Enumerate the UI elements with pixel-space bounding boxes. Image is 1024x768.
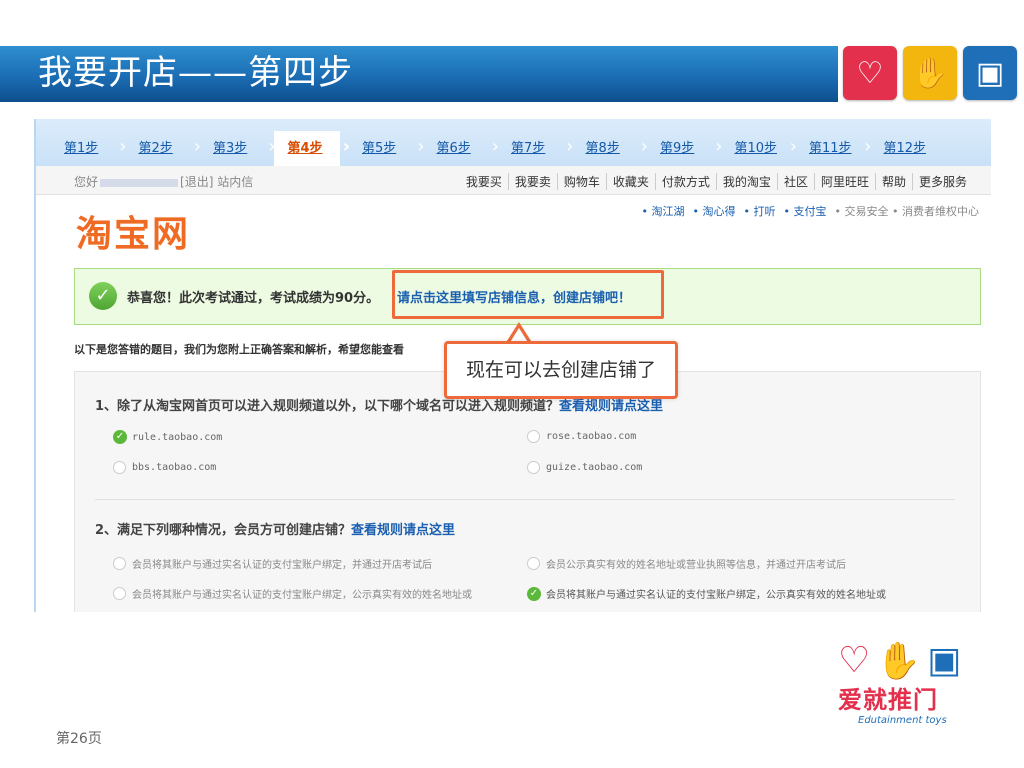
step-tab-7[interactable]: 第7步 › [511, 136, 586, 157]
callout-bubble: 现在可以去创建店铺了 [444, 341, 678, 399]
nav-item[interactable]: 帮助 [874, 173, 912, 190]
taobao-logo[interactable]: 淘宝网 [76, 205, 190, 257]
security-links[interactable]: • 交易安全 • 消费者维权中心 [835, 203, 979, 219]
logout-link[interactable]: [退出] 站内信 [180, 175, 253, 189]
step-label: 第1步 [64, 141, 99, 156]
step-tab-2[interactable]: 第2步 › [138, 136, 214, 157]
rules-link[interactable]: 查看规则请点这里 [351, 523, 455, 538]
pass-message: 恭喜您！此次考试通过，考试成绩为90分。 [127, 291, 380, 306]
option-correct[interactable]: ✓ rule.taobao.com [113, 430, 222, 444]
heart-icon: ♡ [843, 46, 897, 100]
step-tab-8[interactable]: 第8步 › [585, 136, 661, 157]
nav-item[interactable]: 我要买 [460, 173, 508, 190]
radio-icon [113, 461, 126, 474]
step-tabs: 第1步 › 第2步 › 第3步 › 第4步 › 第5步 › 第6步 › 第7步 › 第8步 › 第9步 › 第10步… [36, 119, 991, 166]
greeting: 您好 [退出] 站内信 [74, 175, 254, 189]
step-tab-5[interactable]: 第5步 › [362, 136, 437, 157]
step-label: 第8步 [585, 141, 620, 156]
step-tab-4[interactable]: 第4步 › [273, 131, 363, 166]
brand-name: 爱就推门 [838, 686, 938, 714]
nav-item[interactable]: 付款方式 [654, 173, 716, 190]
chevron-right-icon: › [715, 136, 723, 157]
radio-icon [113, 587, 126, 600]
step-label: 第5步 [362, 141, 397, 156]
option[interactable]: bbs.taobao.com [113, 461, 216, 474]
option-correct[interactable]: ✓ 会员将其账户与通过实名认证的支付宝账户绑定，公示真实有效的姓名地址或 [527, 586, 886, 601]
question-2: 2、满足下列哪种情况，会员方可创建店铺？查看规则请点这里 [95, 523, 456, 538]
hand-icon: ✋ [876, 641, 922, 682]
brand-tiles: ♡ ✋ ▣ [843, 46, 1017, 100]
radio-icon [527, 557, 540, 570]
step-label: 第10步 [734, 141, 778, 156]
step-tab-1[interactable]: 第1步 › [64, 136, 139, 157]
option[interactable]: rose.taobao.com [527, 430, 636, 443]
site-link[interactable]: • 淘心得 [693, 203, 736, 219]
top-nav-bar: 您好 [退出] 站内信 我要买 我要卖 购物车 收藏夹 付款方式 我的淘宝 社区 阿里旺旺 帮助更… [36, 166, 991, 195]
step-label: 第4步 [287, 141, 323, 156]
hand-icon: ✋ [903, 46, 957, 100]
highlight-box [392, 270, 664, 319]
option[interactable]: guize.taobao.com [527, 461, 642, 474]
radio-icon [113, 557, 126, 570]
nav-item[interactable]: 更多服务 [911, 173, 973, 190]
page-number: 第26页 [56, 731, 102, 747]
chevron-right-icon: › [864, 136, 872, 157]
step-label: 第11步 [809, 141, 852, 156]
site-link[interactable]: • 淘江湖 [642, 203, 685, 219]
slide-title: 我要开店——第四步 [38, 53, 353, 93]
wrong-answers-intro: 以下是您答错的题目，我们为您附上正确答案和解析，希望您能查看 [74, 343, 404, 356]
nav-item[interactable]: 我要卖 [507, 173, 557, 190]
nav-item[interactable]: 购物车 [556, 173, 606, 190]
chevron-right-icon: › [789, 136, 797, 157]
step-label: 第3步 [213, 141, 248, 156]
option[interactable]: 会员将其账户与通过实名认证的支付宝账户绑定，公示真实有效的姓名地址或 [113, 586, 472, 601]
step-tab-6[interactable]: 第6步 › [436, 136, 512, 157]
check-icon: ✓ [89, 282, 117, 310]
chevron-right-icon: › [417, 136, 425, 157]
step-tab-11[interactable]: 第11步 › [809, 136, 884, 157]
chevron-right-icon: › [566, 136, 574, 157]
nav-item[interactable]: 我的淘宝 [715, 173, 777, 190]
step-tab-10[interactable]: 第10步 › [734, 136, 810, 157]
step-label: 第12步 [883, 141, 927, 156]
square-icon: ▣ [927, 640, 962, 681]
rules-link[interactable]: 查看规则请点这里 [559, 399, 663, 414]
redacted-username [100, 178, 179, 187]
divider [95, 499, 955, 500]
site-links: • 淘江湖 • 淘心得 • 打听 • 支付宝 • 交易安全 • 消费者维权中心 [642, 203, 979, 219]
check-icon: ✓ [527, 586, 541, 601]
brand-tagline: Edutainment toys [858, 715, 947, 726]
step-tab-9[interactable]: 第9步 › [660, 136, 735, 157]
radio-icon [527, 430, 540, 443]
check-icon: ✓ [113, 430, 127, 444]
radio-icon [527, 461, 540, 474]
chevron-right-icon: › [640, 136, 648, 157]
chevron-right-icon: › [491, 136, 499, 157]
step-label: 第9步 [660, 141, 695, 156]
site-link[interactable]: • 支付宝 [784, 203, 827, 219]
nav-item[interactable]: 收藏夹 [605, 173, 655, 190]
square-icon: ▣ [963, 46, 1017, 100]
step-label: 第2步 [138, 141, 173, 156]
chevron-right-icon: › [342, 136, 350, 157]
brand-logo: ♡ ✋ ▣ 爱就推门 Edutainment toys [838, 640, 972, 740]
step-label: 第7步 [511, 141, 546, 156]
option[interactable]: 会员将其账户与通过实名认证的支付宝账户绑定，并通过开店考试后 [113, 556, 432, 571]
heart-icon: ♡ [838, 640, 871, 681]
title-banner: 我要开店——第四步 [0, 46, 838, 102]
step-tab-12[interactable]: 第12步 [884, 137, 959, 156]
site-nav: 我要买 我要卖 购物车 收藏夹 付款方式 我的淘宝 社区 阿里旺旺 帮助 更多服务 [460, 173, 973, 190]
nav-item[interactable]: 阿里旺旺 [813, 173, 875, 190]
chevron-right-icon: › [119, 136, 127, 157]
option[interactable]: 会员公示真实有效的姓名地址或营业执照等信息，并通过开店考试后 [527, 556, 846, 571]
step-label: 第6步 [436, 141, 471, 156]
site-link[interactable]: • 打听 [744, 203, 776, 219]
questions-panel: 1、除了从淘宝网首页可以进入规则频道以外，以下哪个域名可以进入规则频道？查看规则… [74, 371, 981, 612]
nav-item[interactable]: 社区 [776, 173, 814, 190]
chevron-right-icon: › [193, 136, 201, 157]
